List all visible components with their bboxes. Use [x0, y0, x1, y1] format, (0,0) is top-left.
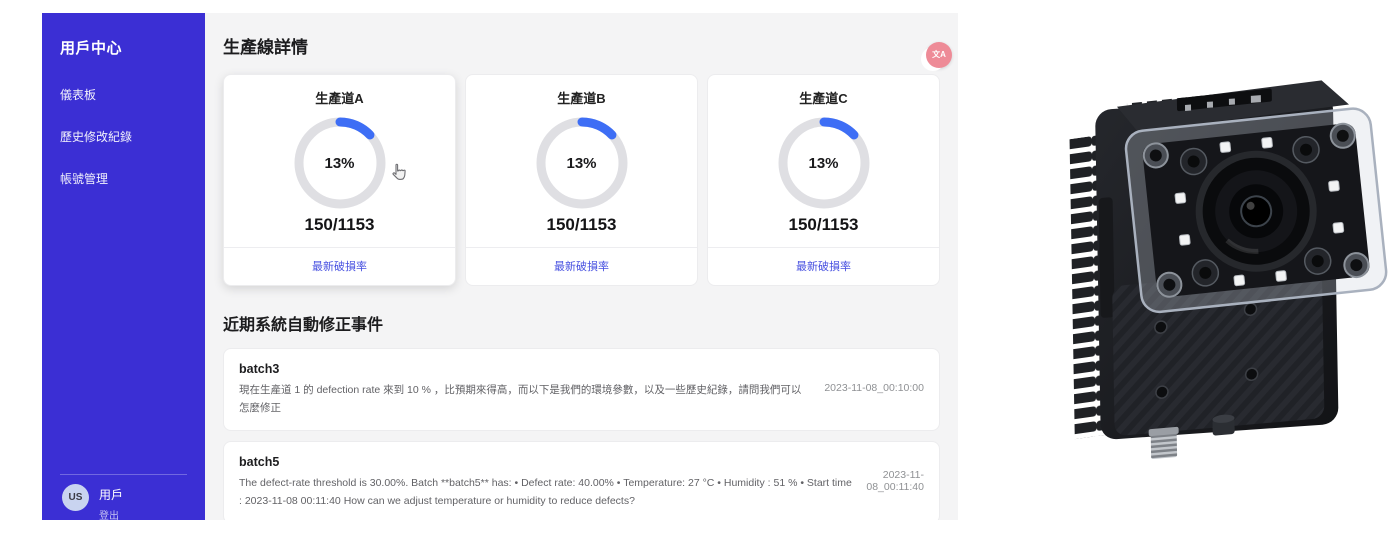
mouse-cursor-icon: [392, 163, 406, 180]
event-title: batch3: [239, 362, 280, 376]
card-footer: 最新破損率: [466, 247, 697, 285]
production-count: 150/1153: [546, 215, 617, 234]
production-count: 150/1153: [788, 215, 859, 234]
event-title: batch5: [239, 454, 280, 469]
event-card[interactable]: batch3 現在生產道 1 的 defection rate 來到 10 % …: [223, 348, 940, 431]
defect-rate-ring: 13%: [292, 115, 388, 211]
card-footer: 最新破損率: [708, 247, 939, 285]
production-line-card[interactable]: 生產道A 13% 150/1153 最新破損率: [223, 74, 456, 286]
production-cards-row: 生產道A 13% 150/1153 最新破損率 生產道B 13% 150/115…: [223, 74, 940, 286]
page-title: 生產線詳情: [223, 38, 308, 57]
event-card[interactable]: batch5 The defect-rate threshold is 30.0…: [223, 440, 940, 520]
sidebar-nav-item[interactable]: 歷史修改紀錄: [60, 128, 187, 145]
defect-rate-percent: 13%: [808, 154, 839, 172]
events-list: batch3 現在生產道 1 的 defection rate 來到 10 % …: [223, 348, 940, 520]
defect-rate-percent: 13%: [324, 154, 355, 172]
translate-button[interactable]: 文A: [926, 42, 952, 68]
defect-rate-percent: 13%: [566, 154, 597, 172]
translate-icon: 文A: [932, 50, 946, 59]
sidebar-nav-item[interactable]: 儀表板: [60, 86, 187, 103]
user-info: 用戶 登出: [99, 484, 123, 520]
sidebar-nav-item[interactable]: 帳號管理: [60, 170, 187, 187]
production-line-card[interactable]: 生產道C 13% 150/1153 最新破損率: [707, 74, 940, 286]
defect-rate-ring: 13%: [776, 115, 872, 211]
production-line-name: 生產道C: [799, 91, 848, 106]
production-line-name: 生產道A: [315, 91, 364, 106]
industrial-vision-camera-image: [1069, 80, 1388, 459]
card-footer: 最新破損率: [224, 247, 455, 285]
event-description: 現在生產道 1 的 defection rate 來到 10 % ，比預期來得高…: [239, 384, 802, 415]
sidebar-nav: 儀表板 歷史修改紀錄 帳號管理: [60, 86, 187, 212]
logout-button[interactable]: 登出: [99, 507, 123, 520]
latest-defect-rate-link[interactable]: 最新破損率: [796, 261, 851, 273]
production-count: 150/1153: [304, 215, 375, 234]
production-line-name: 生產道B: [557, 91, 606, 106]
main-content: 文A 生產線詳情 生產道A 13% 150/1153 最新破損率 生產道B 13…: [205, 13, 958, 520]
sidebar: 用戶中心 儀表板 歷史修改紀錄 帳號管理 US 用戶 登出: [42, 13, 205, 520]
latest-defect-rate-link[interactable]: 最新破損率: [312, 261, 367, 273]
events-section-title: 近期系統自動修正事件: [223, 317, 384, 334]
sidebar-title: 用戶中心: [60, 40, 123, 57]
event-content: batch3 現在生產道 1 的 defection rate 來到 10 % …: [239, 359, 810, 418]
avatar: US: [62, 484, 89, 511]
user-name: 用戶: [99, 488, 124, 502]
event-timestamp: 2023-11- 08_00:11:40: [866, 469, 924, 494]
defect-rate-ring: 13%: [534, 115, 630, 211]
sidebar-user-section: US 用戶 登出: [60, 474, 187, 520]
latest-defect-rate-link[interactable]: 最新破損率: [554, 261, 609, 273]
production-line-card[interactable]: 生產道B 13% 150/1153 最新破損率: [465, 74, 698, 286]
event-timestamp: 2023-11-08_00:10:00: [824, 382, 924, 395]
app-window: 用戶中心 儀表板 歷史修改紀錄 帳號管理 US 用戶 登出 文A 生產線詳情 生…: [42, 13, 958, 520]
event-description: The defect-rate threshold is 30.00%. Bat…: [239, 476, 852, 508]
event-content: batch5 The defect-rate threshold is 30.0…: [239, 452, 852, 511]
